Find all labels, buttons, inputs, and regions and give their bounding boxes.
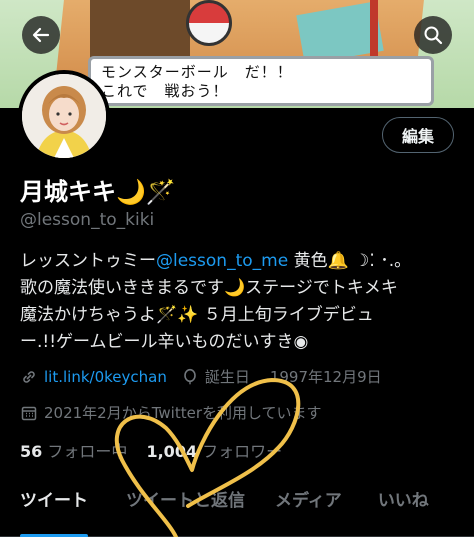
- bio-mention-link[interactable]: @lesson_to_me: [156, 251, 288, 271]
- banner-board: [90, 0, 190, 60]
- tab-tweets-and-replies[interactable]: ツイートと返信: [126, 478, 245, 536]
- edit-profile-button[interactable]: 編集: [382, 117, 454, 153]
- dialog-line-2: これで 戦おう！: [101, 82, 229, 100]
- follow-stats: 56 フォロー中 1,004 フォロワー: [20, 438, 282, 462]
- tab-tweets[interactable]: ツイート: [20, 478, 88, 537]
- following-count: 56: [20, 442, 43, 461]
- tab-label: ツイート: [20, 491, 88, 511]
- link-icon: [20, 368, 38, 386]
- dialog-line-1: モンスターボール だ！！: [101, 63, 293, 81]
- bio-line-1: レッスントゥミー@lesson_to_me 黄色🔔 ☽⁚ ･.。: [20, 248, 460, 275]
- bio-text: レッスントゥミー: [20, 251, 156, 271]
- profile-bio: レッスントゥミー@lesson_to_me 黄色🔔 ☽⁚ ･.。 歌の魔法使いき…: [20, 248, 460, 356]
- search-icon: [424, 26, 443, 45]
- bio-text: 黄色🔔 ☽⁚ ･.。: [288, 251, 412, 271]
- avatar[interactable]: [18, 70, 110, 162]
- back-arrow-icon: [32, 27, 50, 43]
- avatar-image: [22, 74, 106, 158]
- tab-likes[interactable]: いいね: [378, 478, 429, 536]
- game-dialog-box: モンスターボール だ！！ これで 戦おう！: [88, 56, 434, 106]
- display-name: 月城キキ🌙🪄: [20, 178, 176, 206]
- profile-tabs: ツイート ツイートと返信 メディア いいね: [0, 478, 474, 537]
- followers-label: フォロワー: [202, 442, 283, 461]
- bio-line-4: ー.!!ゲームビール辛いものだいすき◉: [20, 332, 309, 352]
- username-handle: @lesson_to_kiki: [20, 210, 155, 230]
- bio-line-3: 魔法かけちゃうよ🪄✨ ５月上旬ライブデビュ: [20, 305, 374, 325]
- joined-row: 2021年2月からTwitterを利用しています: [20, 402, 322, 423]
- tab-label: いいね: [377, 491, 429, 511]
- followers-link[interactable]: 1,004 フォロワー: [146, 442, 282, 461]
- calendar-icon: [20, 404, 38, 422]
- pokeball-image: [186, 0, 232, 46]
- birthday-date: 1997年12月9日: [269, 368, 382, 386]
- profile-website-link[interactable]: lit.link/0keychan: [44, 368, 167, 386]
- tab-media[interactable]: メディア: [275, 478, 342, 536]
- search-button[interactable]: [414, 16, 452, 54]
- tab-label: メディア: [275, 491, 342, 511]
- following-link[interactable]: 56 フォロー中: [20, 442, 127, 461]
- bio-line-2: 歌の魔法使いききまるです🌙ステージでトキメキ: [20, 278, 398, 298]
- joined-date: 2021年2月からTwitterを利用しています: [44, 404, 322, 422]
- tab-label: ツイートと返信: [126, 491, 245, 511]
- profile-meta-row: lit.link/0keychan 誕生日 1997年12月9日: [20, 366, 382, 387]
- followers-count: 1,004: [146, 442, 198, 461]
- birthday-label: 誕生日: [204, 368, 250, 386]
- following-label: フォロー中: [47, 442, 128, 461]
- back-button[interactable]: [22, 16, 60, 54]
- balloon-icon: [181, 368, 199, 386]
